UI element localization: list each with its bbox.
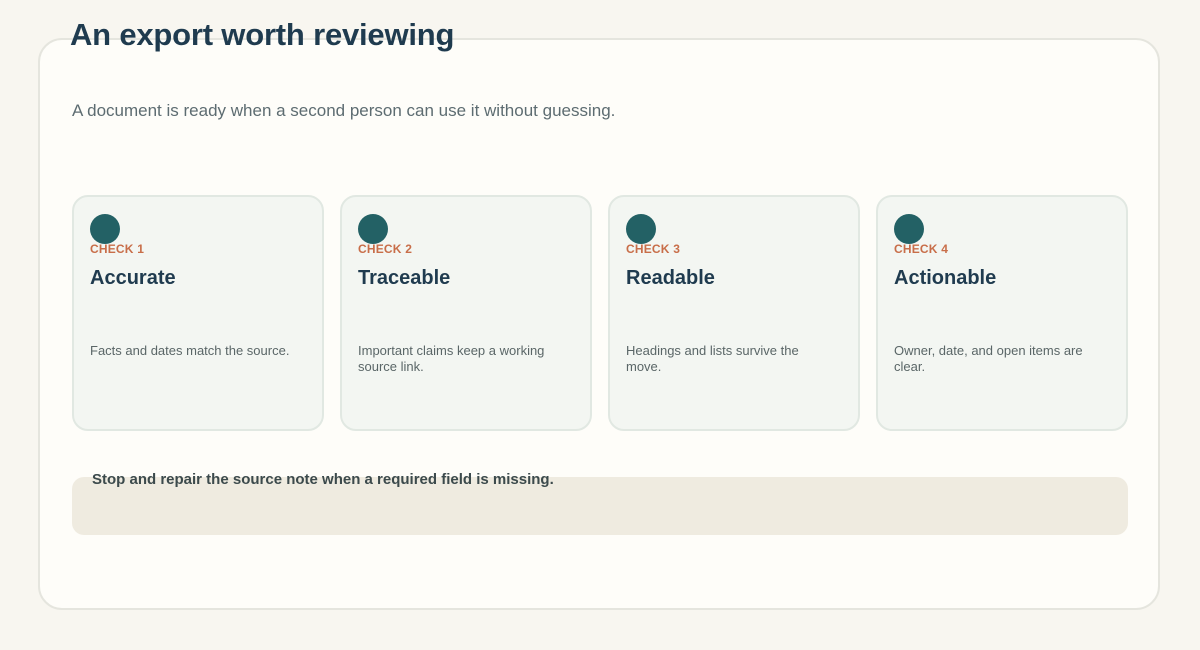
circle-marker-icon [626, 214, 656, 244]
check-title: Readable [626, 267, 715, 289]
check-kicker: CHECK 4 [894, 242, 949, 256]
check-card-accurate: CHECK 1 Accurate Facts and dates match t… [72, 195, 324, 431]
circle-marker-icon [358, 214, 388, 244]
check-description: Important claims keep a working source l… [358, 343, 545, 374]
check-title: Accurate [90, 267, 176, 289]
page-subtitle: A document is ready when a second person… [72, 101, 616, 120]
check-card-traceable: CHECK 2 Traceable Important claims keep … [340, 195, 592, 431]
repair-note: Stop and repair the source note when a r… [92, 471, 554, 488]
check-title: Traceable [358, 267, 451, 289]
check-kicker: CHECK 2 [358, 242, 413, 256]
circle-marker-icon [894, 214, 924, 244]
check-kicker: CHECK 3 [626, 242, 681, 256]
check-kicker: CHECK 1 [90, 242, 145, 256]
check-description: Owner, date, and open items are clear. [894, 343, 1083, 374]
check-title: Actionable [894, 267, 997, 289]
checks-grid: CHECK 1 Accurate Facts and dates match t… [72, 195, 1128, 431]
check-card-readable: CHECK 3 Readable Headings and lists surv… [608, 195, 860, 431]
check-description: Facts and dates match the source. [90, 343, 290, 358]
check-description: Headings and lists survive the move. [626, 343, 799, 374]
circle-marker-icon [90, 214, 120, 244]
check-card-actionable: CHECK 4 Actionable Owner, date, and open… [876, 195, 1128, 431]
page-title: An export worth reviewing [70, 17, 455, 52]
